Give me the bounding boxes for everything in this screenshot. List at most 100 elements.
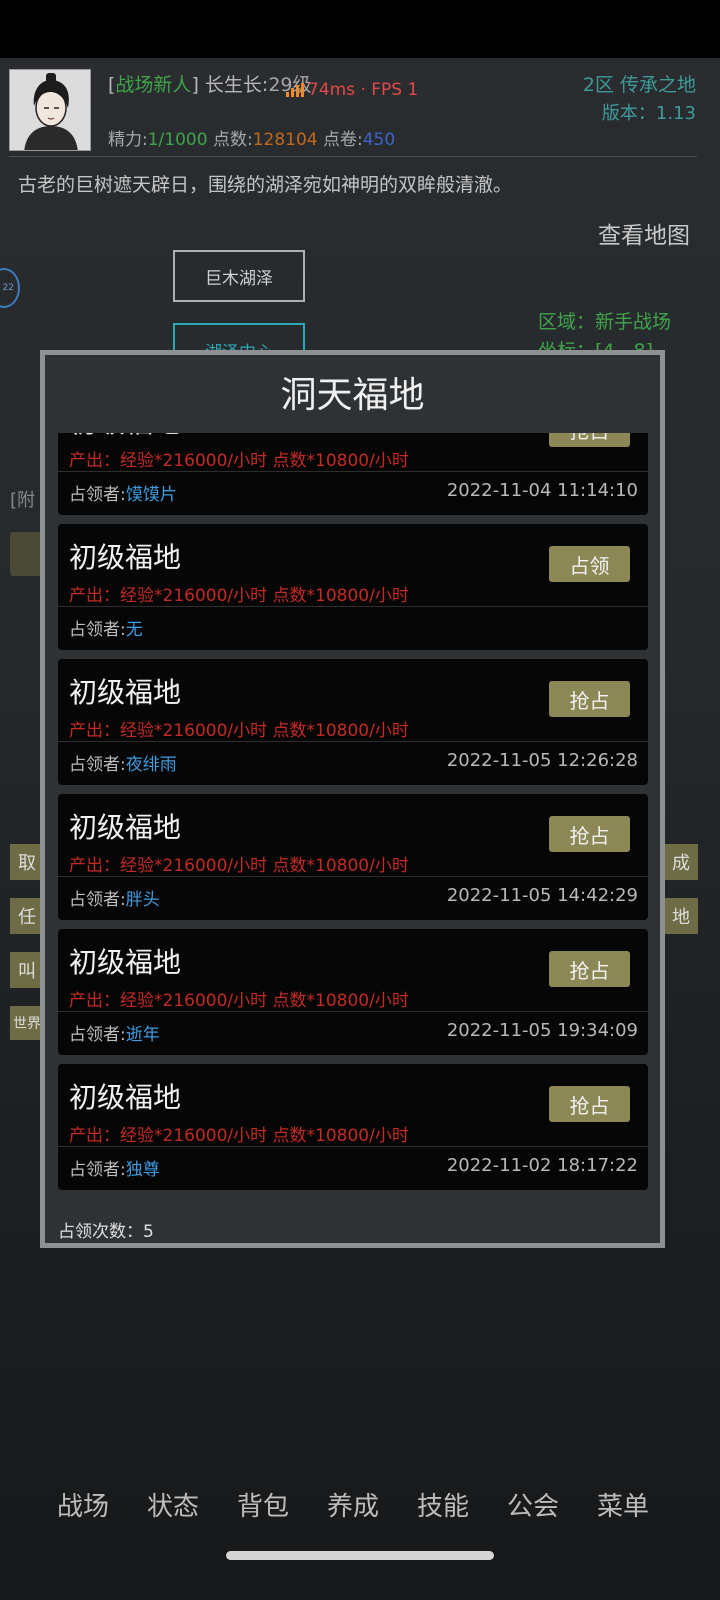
nav-item-guild[interactable]: 公会 — [488, 1478, 578, 1528]
side-badge[interactable]: 22 — [0, 268, 20, 308]
player-title: [战场新人] 长生长:29级 — [108, 74, 312, 96]
card-divider — [58, 1011, 648, 1012]
list-item: 初级福地 产出：经验*216000/小时 点数*10800/小时 抢占 占领者:… — [58, 794, 648, 920]
occupier-line: 占领者:逝年 — [69, 1020, 160, 1045]
list-item: 初级福地 产出：经验*216000/小时 点数*10800/小时 抢占 占领者:… — [58, 659, 648, 785]
dialog-title: 洞天福地 — [280, 375, 425, 416]
occupier-name[interactable]: 夜绯雨 — [126, 755, 177, 775]
view-map-button[interactable]: 查看地图 — [598, 216, 690, 250]
occupier-line: 占领者:馍馍片 — [69, 480, 177, 505]
side-button-map[interactable]: 地 — [664, 898, 698, 934]
occupied-time: 2022-11-04 11:14:10 — [446, 480, 638, 501]
fps-text: 74ms · FPS 1 — [308, 80, 419, 100]
occupy-count: 占领次数：5 — [58, 1217, 154, 1242]
player-stats: 精力:1/1000 点数:128104 点卷:450 — [108, 125, 395, 150]
seize-button[interactable]: 抢占 — [549, 681, 630, 717]
card-divider — [58, 1146, 648, 1147]
occupier-line: 占领者:无 — [69, 615, 143, 640]
list-item: 初级福地 产出：经验*216000/小时 点数*10800/小时 抢占 占领者:… — [58, 433, 648, 515]
occupy-count-value: 5 — [143, 1222, 154, 1242]
version-label: 版本：1.13 — [601, 103, 696, 124]
location-button-giant-tree-lake[interactable]: 巨木湖泽 — [173, 250, 305, 302]
occupier-label: 占领者: — [69, 1160, 126, 1180]
occupier-line: 占领者:胖头 — [69, 885, 160, 910]
vouchers-value: 450 — [362, 130, 396, 150]
land-output: 产出：经验*216000/小时 点数*10800/小时 — [69, 991, 409, 1011]
vouchers-label: 点卷: — [323, 130, 363, 150]
nav-item-skills[interactable]: 技能 — [398, 1478, 488, 1528]
occupy-button[interactable]: 占领 — [549, 546, 630, 582]
side-button-world[interactable]: 世界 — [10, 1006, 44, 1040]
occupier-line: 占领者:夜绯雨 — [69, 750, 177, 775]
stamina-value: 1/1000 — [147, 130, 208, 150]
occupier-name[interactable]: 逝年 — [126, 1025, 160, 1045]
nav-item-cultivate[interactable]: 养成 — [308, 1478, 398, 1528]
side-button-complete[interactable]: 成 — [664, 844, 698, 880]
occupier-line: 占领者:独尊 — [69, 1155, 160, 1180]
points-label: 点数: — [212, 130, 253, 150]
attach-label: [附 — [10, 490, 36, 511]
points-value: 128104 — [252, 130, 318, 150]
side-button-call[interactable]: 叫 — [10, 952, 44, 988]
land-name: 初级福地 — [69, 1081, 182, 1114]
side-badge-text: 22 — [2, 283, 14, 293]
occupier-name[interactable]: 独尊 — [126, 1160, 160, 1180]
occupier-label: 占领者: — [69, 890, 126, 910]
land-output: 产出：经验*216000/小时 点数*10800/小时 — [69, 451, 409, 471]
land-output: 产出：经验*216000/小时 点数*10800/小时 — [69, 856, 409, 876]
land-name: 初级福地 — [69, 811, 182, 844]
seize-button[interactable]: 抢占 — [549, 816, 630, 852]
card-divider — [58, 741, 648, 742]
card-divider — [58, 606, 648, 607]
blessed-land-list-content: 初级福地 产出：经验*216000/小时 点数*10800/小时 抢占 占领者:… — [58, 433, 648, 1199]
bottom-nav: 战场 状态 背包 养成 技能 公会 菜单 — [0, 1478, 720, 1528]
player-avatar[interactable] — [9, 69, 91, 151]
occupied-time: 2022-11-05 19:34:09 — [446, 1020, 638, 1041]
occupy-count-label: 占领次数： — [58, 1222, 143, 1242]
header-divider — [9, 156, 697, 157]
home-indicator[interactable] — [226, 1551, 494, 1560]
fps-overlay: 74ms · FPS 1 — [286, 80, 418, 100]
seize-button[interactable]: 抢占 — [549, 951, 630, 987]
side-button-take[interactable]: 取 — [10, 844, 44, 880]
blessed-land-dialog: 洞天福地 初级福地 产出：经验*216000/小时 点数*10800/小时 抢占… — [40, 350, 665, 1248]
list-item: 初级福地 产出：经验*216000/小时 点数*10800/小时 抢占 占领者:… — [58, 929, 648, 1055]
occupier-label: 占领者: — [69, 620, 126, 640]
occupier-name[interactable]: 胖头 — [126, 890, 160, 910]
nav-item-menu[interactable]: 菜单 — [578, 1478, 668, 1528]
land-name: 初级福地 — [69, 433, 181, 441]
region-label: 区域：新手战场 — [538, 311, 672, 333]
list-item: 初级福地 产出：经验*216000/小时 点数*10800/小时 抢占 占领者:… — [58, 1064, 648, 1190]
signal-bars-icon — [286, 83, 304, 97]
land-name: 初级福地 — [69, 541, 182, 574]
land-name: 初级福地 — [69, 676, 182, 709]
nav-item-backpack[interactable]: 背包 — [218, 1478, 308, 1528]
occupied-time: 2022-11-02 18:17:22 — [446, 1155, 638, 1176]
land-output: 产出：经验*216000/小时 点数*10800/小时 — [69, 721, 409, 741]
seize-button[interactable]: 抢占 — [549, 433, 630, 447]
server-zone: 2区 传承之地 — [582, 74, 696, 96]
player-tag: 战场新人 — [115, 74, 192, 96]
scene-description: 古老的巨树遮天辟日，围绕的湖泽宛如神明的双眸般清澈。 — [18, 174, 513, 196]
land-name: 初级福地 — [69, 946, 182, 979]
player-name: 长生长 — [204, 74, 262, 96]
occupier-label: 占领者: — [69, 485, 126, 505]
side-button-task[interactable]: 任 — [10, 898, 44, 934]
avatar-portrait-icon — [10, 70, 90, 150]
card-divider — [58, 471, 648, 472]
blessed-land-list[interactable]: 初级福地 产出：经验*216000/小时 点数*10800/小时 抢占 占领者:… — [58, 433, 648, 1208]
seize-button[interactable]: 抢占 — [549, 1086, 630, 1122]
occupier-label: 占领者: — [69, 1025, 126, 1045]
status-bar — [0, 0, 720, 58]
nav-item-battlefield[interactable]: 战场 — [38, 1478, 128, 1528]
occupier-name: 无 — [125, 620, 143, 640]
nav-item-status[interactable]: 状态 — [128, 1478, 218, 1528]
occupied-time: 2022-11-05 14:42:29 — [446, 885, 638, 906]
land-output: 产出：经验*216000/小时 点数*10800/小时 — [69, 1126, 409, 1146]
list-item: 初级福地 产出：经验*216000/小时 点数*10800/小时 占领 占领者:… — [58, 524, 648, 650]
land-output: 产出：经验*216000/小时 点数*10800/小时 — [69, 586, 409, 606]
stamina-label: 精力: — [108, 130, 148, 150]
occupier-name[interactable]: 馍馍片 — [126, 485, 177, 505]
occupied-time: 2022-11-05 12:26:28 — [446, 750, 638, 771]
card-divider — [58, 876, 648, 877]
